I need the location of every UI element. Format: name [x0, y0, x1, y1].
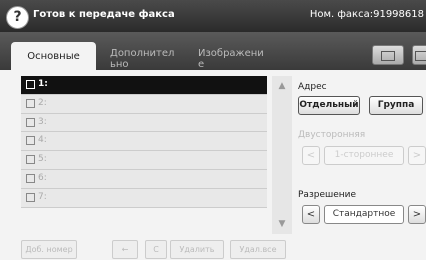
group-button[interactable]: Группа	[369, 96, 423, 115]
duplex-next-icon: >	[408, 146, 426, 165]
fax-icon	[26, 155, 35, 165]
address-label: Адрес	[298, 82, 327, 92]
recipient-row[interactable]: 3:	[21, 113, 267, 133]
delete-all-button[interactable]: Удал.все	[230, 240, 286, 259]
recipient-row[interactable]: 6:	[21, 169, 267, 189]
header: ? Готов к передаче факса Ном. факса:9199…	[0, 0, 426, 32]
recipient-label: 3:	[38, 116, 47, 127]
resolution-prev-icon[interactable]: <	[302, 205, 320, 224]
tab-image[interactable]: Изображени е	[198, 42, 268, 70]
recipient-row[interactable]: 1:	[21, 76, 267, 95]
resolution-stepper: < Стандартное >	[298, 205, 426, 224]
resolution-value: Стандартное	[324, 205, 404, 224]
job-status-button[interactable]	[372, 45, 404, 65]
add-number-button[interactable]: Доб. номер	[21, 240, 77, 259]
recipient-row[interactable]: 5:	[21, 151, 267, 170]
tab-basic[interactable]: Основные	[11, 42, 96, 70]
duplex-stepper: < 1-стороннее >	[298, 146, 426, 165]
fax-icon	[26, 136, 35, 146]
fax-number: Ном. факса:91998618	[309, 9, 424, 20]
clear-button[interactable]: C	[145, 240, 167, 259]
home-icon	[415, 51, 426, 61]
fax-icon	[26, 192, 35, 202]
resolution-label: Разрешение	[298, 190, 357, 200]
recipient-row[interactable]: 2:	[21, 94, 267, 114]
home-button[interactable]	[412, 45, 426, 65]
delete-button[interactable]: Удалить	[170, 240, 224, 259]
fax-icon	[26, 98, 35, 108]
scroll-up-icon[interactable]: ▲	[274, 78, 290, 94]
duplex-prev-icon: <	[302, 146, 320, 165]
fax-icon	[26, 173, 35, 183]
duplex-label: Двусторонняя	[298, 130, 366, 140]
tab-bar: Основные Дополнител ьно Изображени е	[0, 32, 426, 70]
backspace-button[interactable]: ←	[112, 240, 138, 259]
job-status-icon	[381, 51, 395, 61]
recipient-label: 5:	[38, 154, 47, 165]
recipient-row[interactable]: 4:	[21, 132, 267, 152]
recipient-label: 4:	[38, 135, 47, 146]
fax-icon	[26, 117, 35, 127]
recipient-label: 1:	[38, 79, 48, 89]
recipient-label: 6:	[38, 172, 47, 183]
fax-icon	[26, 80, 35, 89]
list-scrollbar[interactable]: ▲ ▼	[272, 76, 292, 234]
help-icon[interactable]: ?	[6, 6, 29, 29]
recipient-list: 1: 2: 3: 4: 5: 6: 7:	[21, 76, 267, 208]
scroll-down-icon[interactable]: ▼	[274, 216, 290, 232]
duplex-value: 1-стороннее	[324, 146, 404, 165]
individual-button[interactable]: Отдельный	[298, 96, 360, 115]
recipient-label: 2:	[38, 97, 47, 108]
recipient-row[interactable]: 7:	[21, 188, 267, 208]
recipient-label: 7:	[38, 191, 47, 202]
resolution-next-icon[interactable]: >	[408, 205, 426, 224]
status-text: Готов к передаче факса	[33, 9, 175, 20]
tab-advanced[interactable]: Дополнител ьно	[110, 42, 182, 70]
